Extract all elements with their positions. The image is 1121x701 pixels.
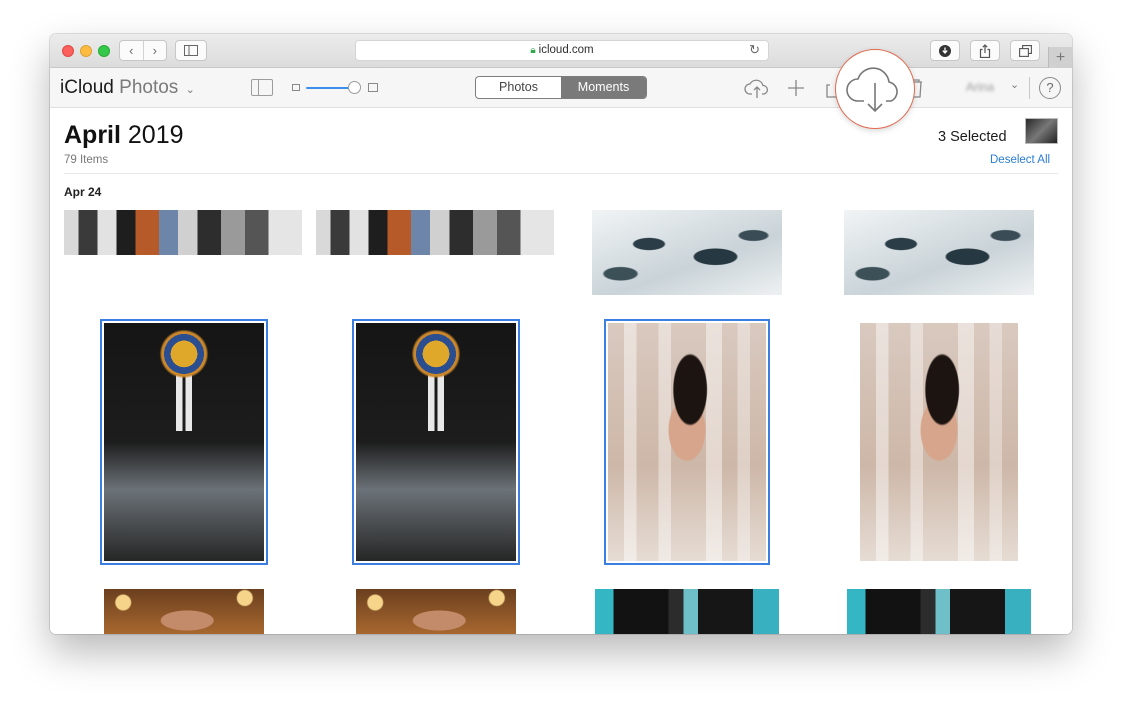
icloud-toolbar: iCloud Photos ⌄ Photos Moments Arina ⌄ ? (50, 68, 1072, 108)
toolbar-divider (1029, 77, 1030, 99)
upload-button[interactable] (744, 76, 770, 100)
nav-buttons: ‹ › (119, 40, 167, 61)
photo-thumbnail[interactable] (316, 210, 554, 255)
close-window-button[interactable] (62, 45, 74, 57)
app-title[interactable]: iCloud Photos ⌄ (60, 77, 195, 99)
downloads-button[interactable] (930, 40, 960, 61)
brand-label: iCloud (60, 77, 114, 98)
photo-thumbnail-selected[interactable] (352, 319, 520, 565)
moment-date: Apr 24 (64, 185, 102, 199)
tab-moments[interactable]: Moments (561, 77, 646, 98)
photos-content: April 2019 79 Items 3 Selected Deselect … (50, 109, 1072, 634)
zoom-window-button[interactable] (98, 45, 110, 57)
photo-thumbnail[interactable] (844, 210, 1034, 295)
download-circle-icon (939, 44, 951, 57)
forward-button[interactable]: › (144, 41, 167, 60)
url-text: icloud.com (538, 44, 594, 56)
show-sidebar-button[interactable] (175, 40, 207, 61)
minimize-window-button[interactable] (80, 45, 92, 57)
photo-thumbnail[interactable] (595, 589, 779, 634)
user-name-blurred[interactable]: Arina (966, 80, 994, 94)
month-label: April (64, 121, 121, 149)
item-count: 79 Items (64, 154, 109, 166)
photo-thumbnail-selected[interactable] (604, 319, 770, 565)
zoom-in-icon[interactable] (368, 83, 378, 92)
selection-thumbnail (1025, 118, 1058, 144)
photo-thumbnail[interactable] (356, 589, 516, 634)
share-icon (979, 43, 991, 58)
page-title: April 2019 (64, 121, 184, 150)
add-icon (788, 80, 804, 96)
new-tab-button[interactable]: + (1048, 47, 1072, 68)
photo-thumbnail[interactable] (860, 323, 1018, 561)
photo-thumbnail[interactable] (104, 589, 264, 634)
chevron-down-icon[interactable]: ⌄ (1010, 78, 1019, 91)
address-bar[interactable]: 🔒︎ icloud.com ↻ (355, 40, 769, 61)
safari-window: ‹ › 🔒︎ icloud.com ↻ + iCloud Photos ⌄ Ph… (50, 34, 1072, 634)
view-segmented-control: Photos Moments (475, 76, 647, 99)
deselect-all-link[interactable]: Deselect All (990, 154, 1050, 166)
tabs-icon (1018, 44, 1032, 57)
selection-count: 3 Selected (938, 129, 1007, 145)
browser-titlebar: ‹ › 🔒︎ icloud.com ↻ + (50, 34, 1072, 68)
upload-cloud-icon (744, 79, 769, 98)
section-divider (64, 173, 1058, 174)
photo-thumbnail-selected[interactable] (100, 319, 268, 565)
sidebar-icon (184, 45, 198, 56)
zoom-out-icon[interactable] (292, 84, 300, 91)
section-label: Photos (119, 77, 179, 98)
back-button[interactable]: ‹ (120, 41, 144, 60)
tab-photos[interactable]: Photos (476, 77, 561, 98)
chevron-down-icon: ⌄ (185, 84, 195, 96)
zoom-slider-knob[interactable] (348, 81, 361, 94)
add-button[interactable] (783, 76, 809, 100)
year-label: 2019 (127, 121, 184, 149)
lock-icon: 🔒︎ (530, 45, 536, 56)
photo-thumbnail[interactable] (847, 589, 1031, 634)
tab-overview-button[interactable] (1010, 40, 1040, 61)
download-cloud-icon (846, 67, 898, 113)
url-display: 🔒︎ icloud.com (356, 44, 768, 56)
toggle-sidebar-button[interactable] (251, 79, 273, 96)
photo-thumbnail[interactable] (64, 210, 302, 255)
photo-thumbnail[interactable] (592, 210, 782, 295)
help-icon[interactable]: ? (1039, 77, 1061, 99)
share-button[interactable] (970, 40, 1000, 61)
download-button-highlighted[interactable] (835, 49, 915, 129)
reload-button[interactable]: ↻ (749, 42, 760, 58)
